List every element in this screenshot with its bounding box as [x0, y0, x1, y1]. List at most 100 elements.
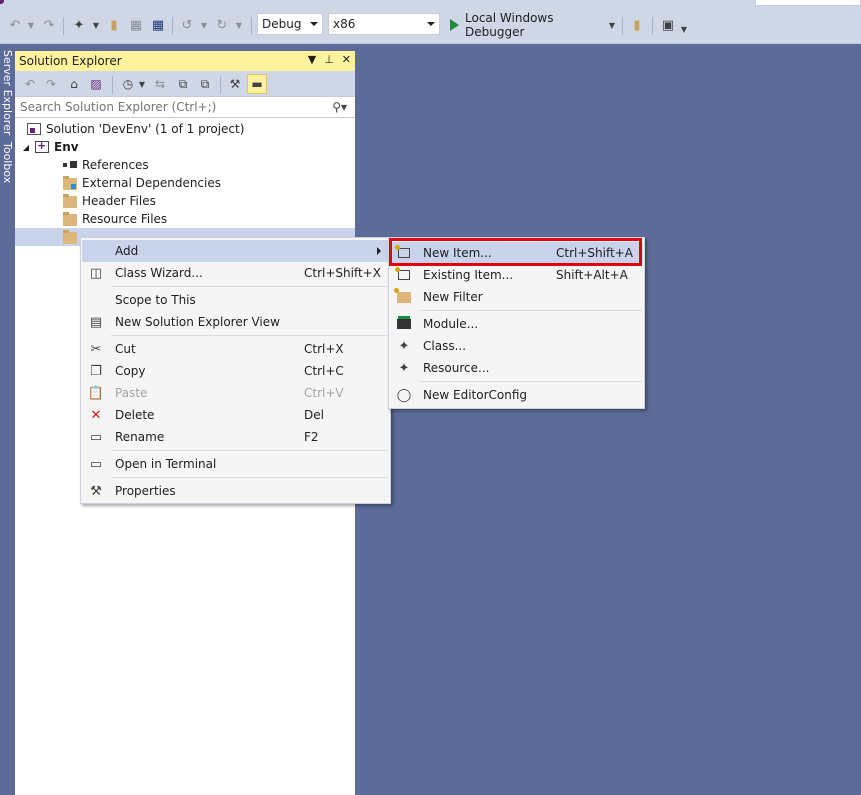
- filter-dropdown-icon[interactable]: ▼: [137, 74, 147, 94]
- start-debugger-button[interactable]: Local Windows Debugger: [465, 11, 605, 39]
- chevron-down-icon: [310, 22, 318, 26]
- save-all-icon[interactable]: ▦: [149, 15, 167, 35]
- tree-item-label: External Dependencies: [82, 176, 222, 190]
- cpp-project-icon: [35, 139, 49, 153]
- menu-item-new-filter[interactable]: New Filter: [390, 286, 643, 308]
- menu-item-existing-item[interactable]: Existing Item... Shift+Alt+A: [390, 264, 643, 286]
- back-dropdown-icon[interactable]: ▼: [26, 15, 36, 35]
- start-debug-icon[interactable]: [446, 15, 462, 35]
- menu-separator: [419, 381, 642, 382]
- lightbulb-icon: ◯: [396, 387, 412, 403]
- new-view-icon: ▤: [89, 314, 103, 330]
- menu-item-open-in-terminal[interactable]: ▭ Open in Terminal: [82, 453, 389, 475]
- chevron-down-icon: [427, 22, 435, 26]
- search-input[interactable]: [20, 100, 320, 114]
- submenu-arrow-icon: [377, 247, 381, 255]
- solution-explorer-toolbar: ↶ ↷ ⌂ ▨ ◷ ▼ ⇆ ⧉ ⧉ ⚒ ▬: [15, 71, 355, 97]
- folder-icon: [63, 212, 77, 226]
- save-icon[interactable]: ▦: [127, 15, 145, 35]
- sync-icon[interactable]: ⇆: [151, 74, 169, 94]
- forward-icon[interactable]: ↷: [42, 74, 60, 94]
- paste-icon: 📋: [87, 385, 105, 401]
- menu-item-new-editorconfig[interactable]: ◯ New EditorConfig: [390, 384, 643, 406]
- undo-dropdown-icon[interactable]: ▼: [199, 15, 209, 35]
- server-explorer-tab[interactable]: Server Explorer: [0, 50, 14, 135]
- resource-icon: ✦: [398, 360, 410, 376]
- pending-changes-icon[interactable]: ◷: [119, 74, 137, 94]
- new-item-icon[interactable]: ✦: [69, 15, 89, 35]
- configuration-value: Debug: [262, 17, 302, 31]
- show-all-files-icon[interactable]: ⧉: [196, 74, 214, 94]
- new-dropdown-icon[interactable]: ▼: [91, 15, 101, 35]
- menu-separator: [111, 450, 388, 451]
- folder-icon: [63, 194, 77, 208]
- configuration-select[interactable]: Debug: [257, 13, 323, 35]
- tree-item-references[interactable]: References: [15, 156, 355, 174]
- menu-item-cut[interactable]: ✂ Cut Ctrl+X: [82, 338, 389, 360]
- home-icon[interactable]: ⌂: [65, 74, 83, 94]
- forward-icon[interactable]: ↷: [40, 15, 58, 35]
- menu-item-paste[interactable]: 📋 Paste Ctrl+V: [82, 382, 389, 404]
- highlight-callout: [389, 238, 642, 266]
- menu-item-module[interactable]: Module...: [390, 313, 643, 335]
- tree-item-project[interactable]: ◢ Env: [15, 138, 355, 156]
- menu-item-new-solution-explorer-view[interactable]: ▤ New Solution Explorer View: [82, 311, 389, 333]
- tree-item-external-dependencies[interactable]: External Dependencies: [15, 174, 355, 192]
- wrench-icon[interactable]: ⚒: [226, 74, 244, 94]
- undo-icon[interactable]: ↺: [178, 15, 196, 35]
- terminal-icon: ▭: [89, 456, 103, 472]
- copy-icon: ❐: [90, 363, 102, 379]
- platform-select[interactable]: x86: [328, 13, 440, 35]
- collapse-all-icon[interactable]: ⧉: [174, 74, 192, 94]
- module-icon: [396, 316, 412, 332]
- redo-dropdown-icon[interactable]: ▼: [234, 15, 244, 35]
- folder-icon: [63, 230, 77, 244]
- menu-item-delete[interactable]: ✕ Delete Del: [82, 404, 389, 426]
- window-position-dropdown-icon[interactable]: ▼: [308, 53, 316, 66]
- tree-item-label: Resource Files: [82, 212, 168, 226]
- references-icon: [63, 159, 77, 171]
- open-icon[interactable]: ▮: [104, 15, 124, 35]
- class-icon: ✦: [398, 338, 410, 354]
- preview-selected-icon[interactable]: ▬: [247, 74, 267, 94]
- menu-item-class[interactable]: ✦ Class...: [390, 335, 643, 357]
- screenshot-icon[interactable]: ▣: [659, 15, 677, 35]
- pin-icon[interactable]: ⊥: [324, 53, 334, 66]
- toolbar-separator: [172, 17, 173, 35]
- rename-icon: ▭: [89, 429, 103, 445]
- toolbar-separator: [112, 76, 113, 94]
- search-box-edge[interactable]: [755, 0, 861, 6]
- tree-item-header-files[interactable]: Header Files: [15, 192, 355, 210]
- tree-item-solution[interactable]: Solution 'DevEnv' (1 of 1 project): [15, 120, 355, 138]
- back-icon[interactable]: ↶: [21, 74, 39, 94]
- new-folder-icon: [394, 287, 412, 305]
- toolbar-separator: [220, 76, 221, 94]
- menu-item-properties[interactable]: ⚒ Properties: [82, 480, 389, 502]
- find-in-files-icon[interactable]: ▮: [628, 15, 646, 35]
- solution-explorer-search[interactable]: ⚲▾: [15, 97, 355, 118]
- menu-item-rename[interactable]: ▭ Rename F2: [82, 426, 389, 448]
- vs-logo-icon: [0, 0, 4, 4]
- switch-views-icon[interactable]: ▨: [87, 74, 105, 94]
- debugger-dropdown-icon[interactable]: ▼: [607, 15, 617, 35]
- solution-explorer-title-bar: Solution Explorer ▼ ⊥ ✕: [15, 51, 355, 71]
- redo-icon[interactable]: ↻: [213, 15, 231, 35]
- toolbar-overflow-icon[interactable]: ▼: [679, 19, 689, 39]
- menu-item-resource[interactable]: ✦ Resource...: [390, 357, 643, 379]
- toolbox-tab[interactable]: Toolbox: [0, 142, 14, 183]
- search-icon[interactable]: ⚲▾: [332, 100, 347, 114]
- back-icon[interactable]: ↶: [6, 15, 24, 35]
- side-tab-strip: Server Explorer Toolbox: [0, 44, 14, 795]
- tree-item-label: References: [82, 158, 149, 172]
- tree-item-resource-files[interactable]: Resource Files: [15, 210, 355, 228]
- menu-item-class-wizard[interactable]: ◫ Class Wizard... Ctrl+Shift+X: [82, 262, 389, 284]
- panel-title: Solution Explorer: [19, 54, 122, 68]
- toolbar-separator: [251, 17, 252, 35]
- expand-arrow-icon[interactable]: ◢: [21, 143, 31, 152]
- menu-item-copy[interactable]: ❐ Copy Ctrl+C: [82, 360, 389, 382]
- scissors-icon: ✂: [90, 341, 102, 357]
- menu-item-add[interactable]: Add: [82, 240, 389, 262]
- close-icon[interactable]: ✕: [342, 53, 351, 66]
- menu-item-scope-to-this[interactable]: Scope to This: [82, 289, 389, 311]
- standard-toolbar: ↶ ▼ ↷ ✦ ▼ ▮ ▦ ▦ ↺ ▼ ↻ ▼ Debug x86 Local …: [0, 8, 861, 44]
